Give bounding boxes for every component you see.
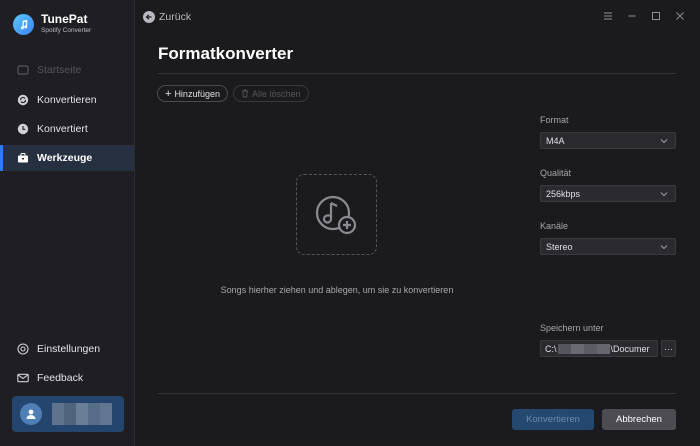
save-to-label: Speichern unter bbox=[540, 323, 604, 333]
user-account-card[interactable] bbox=[12, 396, 124, 432]
quality-select[interactable]: 256kbps bbox=[540, 185, 676, 202]
page-title: Formatkonverter bbox=[158, 44, 294, 63]
close-icon[interactable] bbox=[674, 10, 686, 22]
mail-icon bbox=[17, 372, 29, 384]
format-value: M4A bbox=[546, 135, 565, 146]
sidebar-item-einstellungen[interactable]: Einstellungen bbox=[0, 336, 134, 362]
sidebar-item-startseite[interactable]: Startseite bbox=[0, 57, 134, 83]
divider bbox=[158, 73, 676, 74]
path-prefix: C:\ bbox=[545, 343, 557, 354]
arrow-left-icon bbox=[143, 11, 155, 23]
sidebar-item-label: Konvertiert bbox=[37, 123, 88, 135]
app-name: TunePat bbox=[41, 12, 88, 26]
sidebar-item-label: Einstellungen bbox=[37, 343, 101, 355]
sidebar-item-konvertieren[interactable]: Konvertieren bbox=[0, 87, 134, 113]
trash-icon bbox=[241, 89, 249, 98]
clear-all-button[interactable]: Alle löschen bbox=[233, 85, 309, 102]
back-label: Zurück bbox=[159, 11, 192, 23]
sidebar-item-feedback[interactable]: Feedback bbox=[0, 365, 134, 391]
divider bbox=[158, 393, 676, 394]
drop-zone[interactable] bbox=[296, 174, 377, 255]
sidebar-item-werkzeuge[interactable]: Werkzeuge bbox=[0, 145, 134, 171]
add-button-label: Hinzufügen bbox=[174, 88, 220, 99]
back-button[interactable]: Zurück bbox=[143, 11, 191, 23]
window-controls bbox=[602, 10, 686, 22]
browse-button[interactable]: ··· bbox=[661, 340, 676, 357]
quality-label: Qualität bbox=[540, 168, 572, 178]
quality-value: 256kbps bbox=[546, 188, 581, 199]
app-subtitle: Spotify Converter bbox=[41, 27, 92, 34]
chevron-down-icon bbox=[660, 139, 668, 144]
add-music-icon bbox=[315, 195, 356, 234]
gear-icon bbox=[17, 343, 29, 355]
chevron-down-icon bbox=[660, 192, 668, 197]
output-path-field[interactable]: C:\ \Documer bbox=[540, 340, 658, 357]
format-label: Format bbox=[540, 115, 569, 125]
sidebar-item-label: Werkzeuge bbox=[37, 152, 93, 164]
clock-icon bbox=[17, 123, 29, 135]
sidebar-item-label: Startseite bbox=[37, 64, 82, 76]
chevron-down-icon bbox=[660, 245, 668, 250]
sidebar: TunePat Spotify Converter Startseite Kon… bbox=[0, 0, 135, 446]
sidebar-item-label: Konvertieren bbox=[37, 94, 97, 106]
convert-icon bbox=[17, 94, 29, 106]
channels-label: Kanäle bbox=[540, 221, 569, 231]
brand: TunePat Spotify Converter bbox=[13, 13, 91, 35]
convert-button[interactable]: Konvertieren bbox=[512, 409, 594, 430]
clear-all-label: Alle löschen bbox=[252, 88, 301, 99]
sidebar-item-label: Feedback bbox=[37, 372, 84, 384]
drop-hint: Songs hierher ziehen und ablegen, um sie… bbox=[220, 285, 454, 295]
cancel-button[interactable]: Abbrechen bbox=[602, 409, 676, 430]
channels-select[interactable]: Stereo bbox=[540, 238, 676, 255]
sidebar-item-konvertiert[interactable]: Konvertiert bbox=[0, 116, 134, 142]
format-select[interactable]: M4A bbox=[540, 132, 676, 149]
plus-icon: + bbox=[165, 87, 172, 100]
redacted-path-segment bbox=[557, 343, 610, 354]
home-icon bbox=[17, 64, 29, 76]
redacted-username bbox=[52, 403, 112, 425]
user-icon bbox=[26, 409, 36, 419]
channels-value: Stereo bbox=[546, 241, 573, 252]
minimize-icon[interactable] bbox=[626, 10, 638, 22]
toolbox-icon bbox=[17, 152, 29, 164]
music-note-logo-icon bbox=[13, 13, 34, 35]
path-suffix: \Documer bbox=[610, 343, 650, 354]
add-button[interactable]: + Hinzufügen bbox=[157, 85, 228, 102]
menu-icon[interactable] bbox=[602, 10, 614, 22]
maximize-icon[interactable] bbox=[650, 10, 662, 22]
avatar bbox=[20, 403, 42, 425]
